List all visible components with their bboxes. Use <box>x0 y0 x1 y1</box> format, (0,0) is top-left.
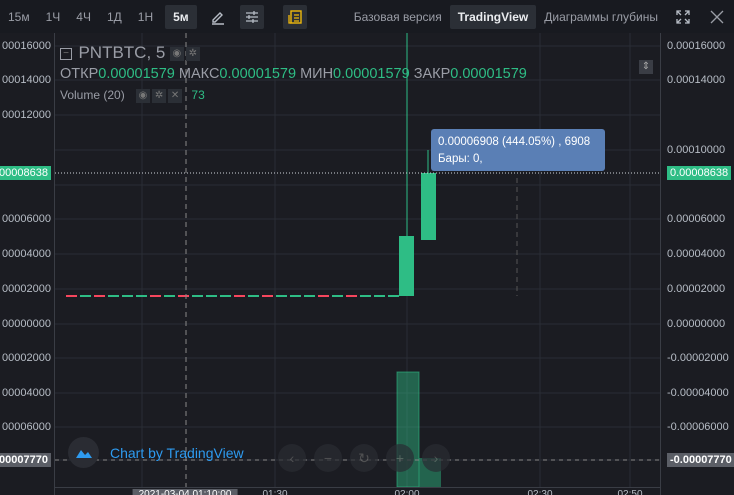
axis-tick: 00002000 <box>2 283 51 295</box>
axis-tick: 00004000 <box>2 387 51 399</box>
symbol-legend: − PNTBTC, 5 ◉ ✲ <box>60 43 202 63</box>
open-label: ОТКР <box>60 66 99 82</box>
close-value: 0.00001579 <box>450 66 527 82</box>
tf-5m[interactable]: 5м <box>165 4 197 29</box>
gear-icon[interactable]: ✲ <box>152 88 167 103</box>
indicators-icon[interactable] <box>282 4 307 29</box>
reset-icon[interactable]: ↻ <box>350 444 378 472</box>
axis-tick: 00016000 <box>2 40 51 52</box>
tf-1w[interactable]: 1Н <box>130 5 161 29</box>
tf-1d[interactable]: 1Д <box>99 5 130 29</box>
volume-value: 73 <box>191 88 205 102</box>
high-label: МАКС <box>178 66 220 82</box>
time-tick: 02:50 <box>617 489 643 495</box>
pencil-icon[interactable] <box>206 5 230 29</box>
tf-15m[interactable]: 15м <box>0 5 38 29</box>
axis-tick: 00007770 <box>0 453 51 467</box>
tab-basic[interactable]: Базовая версия <box>346 5 450 29</box>
candle <box>399 236 414 296</box>
volume-legend: Volume (20) ◉ ✲ ✕ 73 <box>60 88 205 103</box>
scale-toggle-icon[interactable]: ⇕ <box>639 60 653 74</box>
axis-tick: 00014000 <box>2 74 51 86</box>
high-value: 0.00001579 <box>219 66 297 82</box>
tooltip-value: 0.00006908 (444.05%) , 6908 <box>438 136 591 148</box>
axis-tick: 00004000 <box>2 248 51 260</box>
axis-tick: 00006000 <box>2 213 51 225</box>
scroll-right-icon[interactable]: › <box>422 444 450 472</box>
branding-link[interactable]: Chart by TradingView <box>110 445 244 461</box>
axis-tick: -0.00006000 <box>667 421 729 433</box>
close-icon[interactable] <box>705 5 729 29</box>
tooltip-bars: Бары: 0, <box>438 153 483 165</box>
low-value: 0.00001579 <box>333 66 410 82</box>
axis-tick: 0.00004000 <box>667 248 726 260</box>
eye-icon[interactable]: ◉ <box>136 88 151 103</box>
close-icon[interactable]: ✕ <box>168 88 183 103</box>
axis-tick: 0.00010000 <box>667 144 726 156</box>
candle <box>421 173 436 240</box>
open-value: 0.00001579 <box>98 66 175 82</box>
axis-tick: 00008638 <box>0 166 51 180</box>
time-tick: 2021-03-04 01:10:00 <box>132 489 238 495</box>
collapse-icon[interactable]: − <box>60 47 72 60</box>
settings-sliders-icon[interactable] <box>239 4 264 29</box>
chart-nav: ‹ − ↻ + › <box>278 444 450 472</box>
symbol-title: PNTBTC, 5 <box>78 43 166 62</box>
axis-tick: 00006000 <box>2 421 51 433</box>
axis-tick: 0.00014000 <box>667 74 726 86</box>
axis-tick: 00002000 <box>2 352 51 364</box>
eye-icon[interactable]: ◉ <box>169 46 184 61</box>
axis-tick: -0.00004000 <box>667 387 729 399</box>
scroll-left-icon[interactable]: ‹ <box>278 444 306 472</box>
close-label: ЗАКР <box>413 66 451 82</box>
ohlc-legend: ОТКР0.00001579 МАКС0.00001579 МИН0.00001… <box>60 66 527 82</box>
left-price-axis[interactable]: 00016000 00014000 00012000 00008638 00006000… <box>0 33 55 495</box>
axis-tick: 0.00000000 <box>667 318 726 330</box>
toolbar: 15м 1Ч 4Ч 1Д 1Н 5м Базовая версия Tradin… <box>0 0 734 33</box>
low-label: МИН <box>300 66 334 82</box>
time-axis[interactable]: 2021-03-04 01:10:00 01:30 02:00 02:30 02:50 <box>55 487 660 495</box>
zoom-out-icon[interactable]: − <box>314 444 342 472</box>
axis-tick: -0.00007770 <box>667 453 734 467</box>
axis-tick: 0.00016000 <box>667 40 726 52</box>
time-tick: 02:00 <box>394 489 420 495</box>
axis-tick: 0.00008638 <box>667 166 732 180</box>
axis-tick: 00012000 <box>2 109 51 121</box>
time-tick: 01:30 <box>262 489 288 495</box>
tf-1h[interactable]: 1Ч <box>38 5 69 29</box>
right-price-axis[interactable]: 0.00016000 0.00014000 0.00010000 0.00008638… <box>660 33 734 495</box>
axis-tick: -0.00002000 <box>667 352 729 364</box>
time-tick: 02:30 <box>527 489 553 495</box>
fullscreen-icon[interactable] <box>671 5 695 29</box>
axis-tick: 00000000 <box>2 318 51 330</box>
gear-icon[interactable]: ✲ <box>185 46 200 61</box>
tf-4h[interactable]: 4Ч <box>68 5 99 29</box>
volume-label: Volume (20) <box>60 88 125 102</box>
tab-tradingview[interactable]: TradingView <box>449 4 537 29</box>
axis-tick: 0.00002000 <box>667 283 726 295</box>
tradingview-logo-icon[interactable] <box>68 437 99 468</box>
zoom-in-icon[interactable]: + <box>386 444 414 472</box>
tab-depth[interactable]: Диаграммы глубины <box>536 5 666 29</box>
measure-tooltip: 0.00006908 (444.05%) , 6908 Бары: 0, <box>431 129 605 171</box>
axis-tick: 0.00006000 <box>667 213 726 225</box>
